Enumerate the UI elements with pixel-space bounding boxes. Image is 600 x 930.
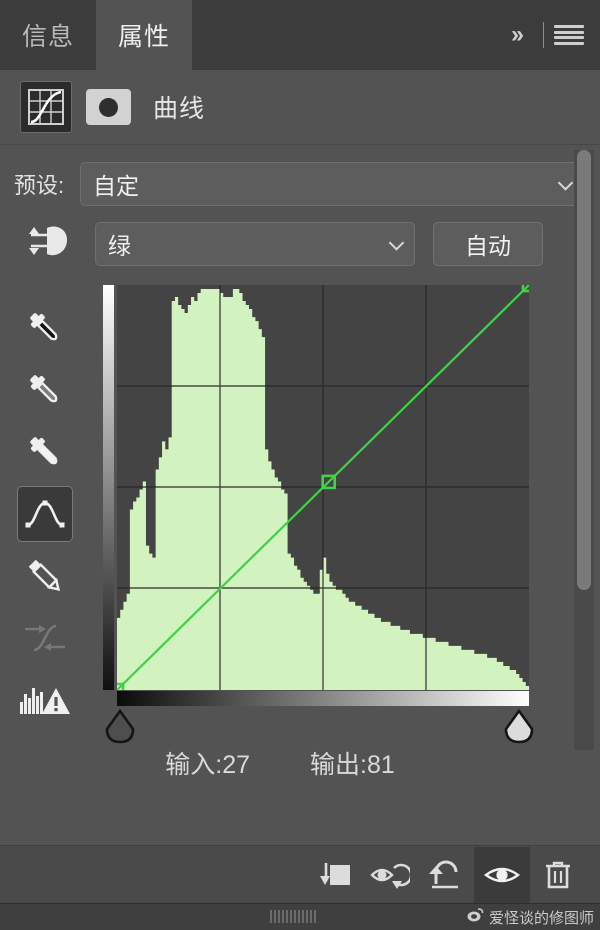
- tab-bar-spacer: [192, 0, 499, 70]
- watermark: 爱怪谈的修图师: [467, 907, 594, 928]
- toggle-layer-visibility-button[interactable]: [474, 846, 530, 903]
- on-image-adjust-icon[interactable]: [25, 222, 71, 267]
- layer-mask-thumbnail[interactable]: [86, 89, 131, 125]
- chevron-down-icon: [388, 235, 405, 251]
- channel-select[interactable]: 绿: [95, 222, 415, 266]
- clip-to-layer-button[interactable]: [306, 847, 362, 903]
- input-value[interactable]: 27: [222, 751, 250, 779]
- toggle-layer-mask-view-button[interactable]: [362, 847, 418, 903]
- tab-properties[interactable]: 属性: [96, 0, 193, 70]
- properties-panel: 信息 属性 ›› 曲线 预设: 自定 绿 自动 输入:27 输出:81 爱怪谈的…: [0, 0, 600, 930]
- panel-resize-grip[interactable]: [270, 910, 318, 923]
- delete-adjustment-layer-button[interactable]: [530, 847, 586, 903]
- chevron-down-icon: [557, 175, 574, 191]
- output-readout: 输出:81: [310, 745, 395, 781]
- tab-bar-controls: ››: [499, 0, 600, 70]
- adjustment-title-row: 曲线: [0, 70, 600, 145]
- output-label: 输出:: [310, 751, 367, 779]
- input-label: 输入:: [165, 751, 223, 779]
- white-point-eyedropper-icon[interactable]: [17, 424, 73, 480]
- panel-scrollbar-track[interactable]: [574, 150, 594, 750]
- white-point-slider-handle[interactable]: [502, 709, 536, 745]
- panel-footer: 爱怪谈的修图师: [0, 903, 600, 930]
- curves-adjustment-icon[interactable]: [20, 81, 72, 133]
- panel-scrollbar-thumb[interactable]: [577, 150, 591, 590]
- hamburger-menu-icon[interactable]: [554, 24, 584, 46]
- channel-value: 绿: [108, 233, 131, 259]
- curves-graph[interactable]: [103, 285, 534, 744]
- smooth-curve-icon: [17, 610, 73, 666]
- panel-tab-bar: 信息 属性 ››: [0, 0, 600, 70]
- preset-value: 自定: [93, 173, 139, 199]
- tab-bar-divider: [543, 22, 544, 48]
- curves-svg[interactable]: [117, 285, 529, 690]
- histogram-warning-icon[interactable]: [17, 672, 73, 728]
- mask-shape-icon: [99, 97, 118, 117]
- input-readout: 输入:27: [165, 745, 250, 781]
- black-point-slider-handle[interactable]: [103, 709, 137, 745]
- page-title: 曲线: [153, 95, 206, 123]
- curves-tool-column: [10, 300, 80, 728]
- output-gradient-strip: [103, 285, 114, 690]
- input-gradient-strip: [117, 691, 529, 706]
- watermark-text: 爱怪谈的修图师: [488, 909, 594, 927]
- gray-point-eyedropper-icon[interactable]: [17, 362, 73, 418]
- preset-label: 预设:: [14, 173, 65, 198]
- curves-plot-area[interactable]: [117, 285, 529, 690]
- curve-point-tool-icon[interactable]: [17, 486, 73, 542]
- pencil-draw-curve-icon[interactable]: [17, 548, 73, 604]
- black-point-eyedropper-icon[interactable]: [17, 300, 73, 356]
- weibo-logo-icon: [467, 908, 484, 926]
- preset-select[interactable]: 自定: [80, 162, 584, 206]
- panel-bottom-toolbar: [0, 845, 600, 903]
- channel-row: 绿 自动: [0, 216, 600, 272]
- channel-icon-slot: [0, 222, 95, 267]
- output-value[interactable]: 81: [367, 751, 395, 779]
- overflow-chevrons-icon[interactable]: ››: [499, 21, 533, 49]
- preset-row: 预设: 自定: [0, 155, 600, 213]
- tab-info[interactable]: 信息: [0, 0, 96, 70]
- reset-adjustment-button[interactable]: [418, 847, 474, 903]
- auto-button[interactable]: 自动: [433, 222, 543, 266]
- curve-readout: 输入:27 输出:81: [0, 745, 560, 781]
